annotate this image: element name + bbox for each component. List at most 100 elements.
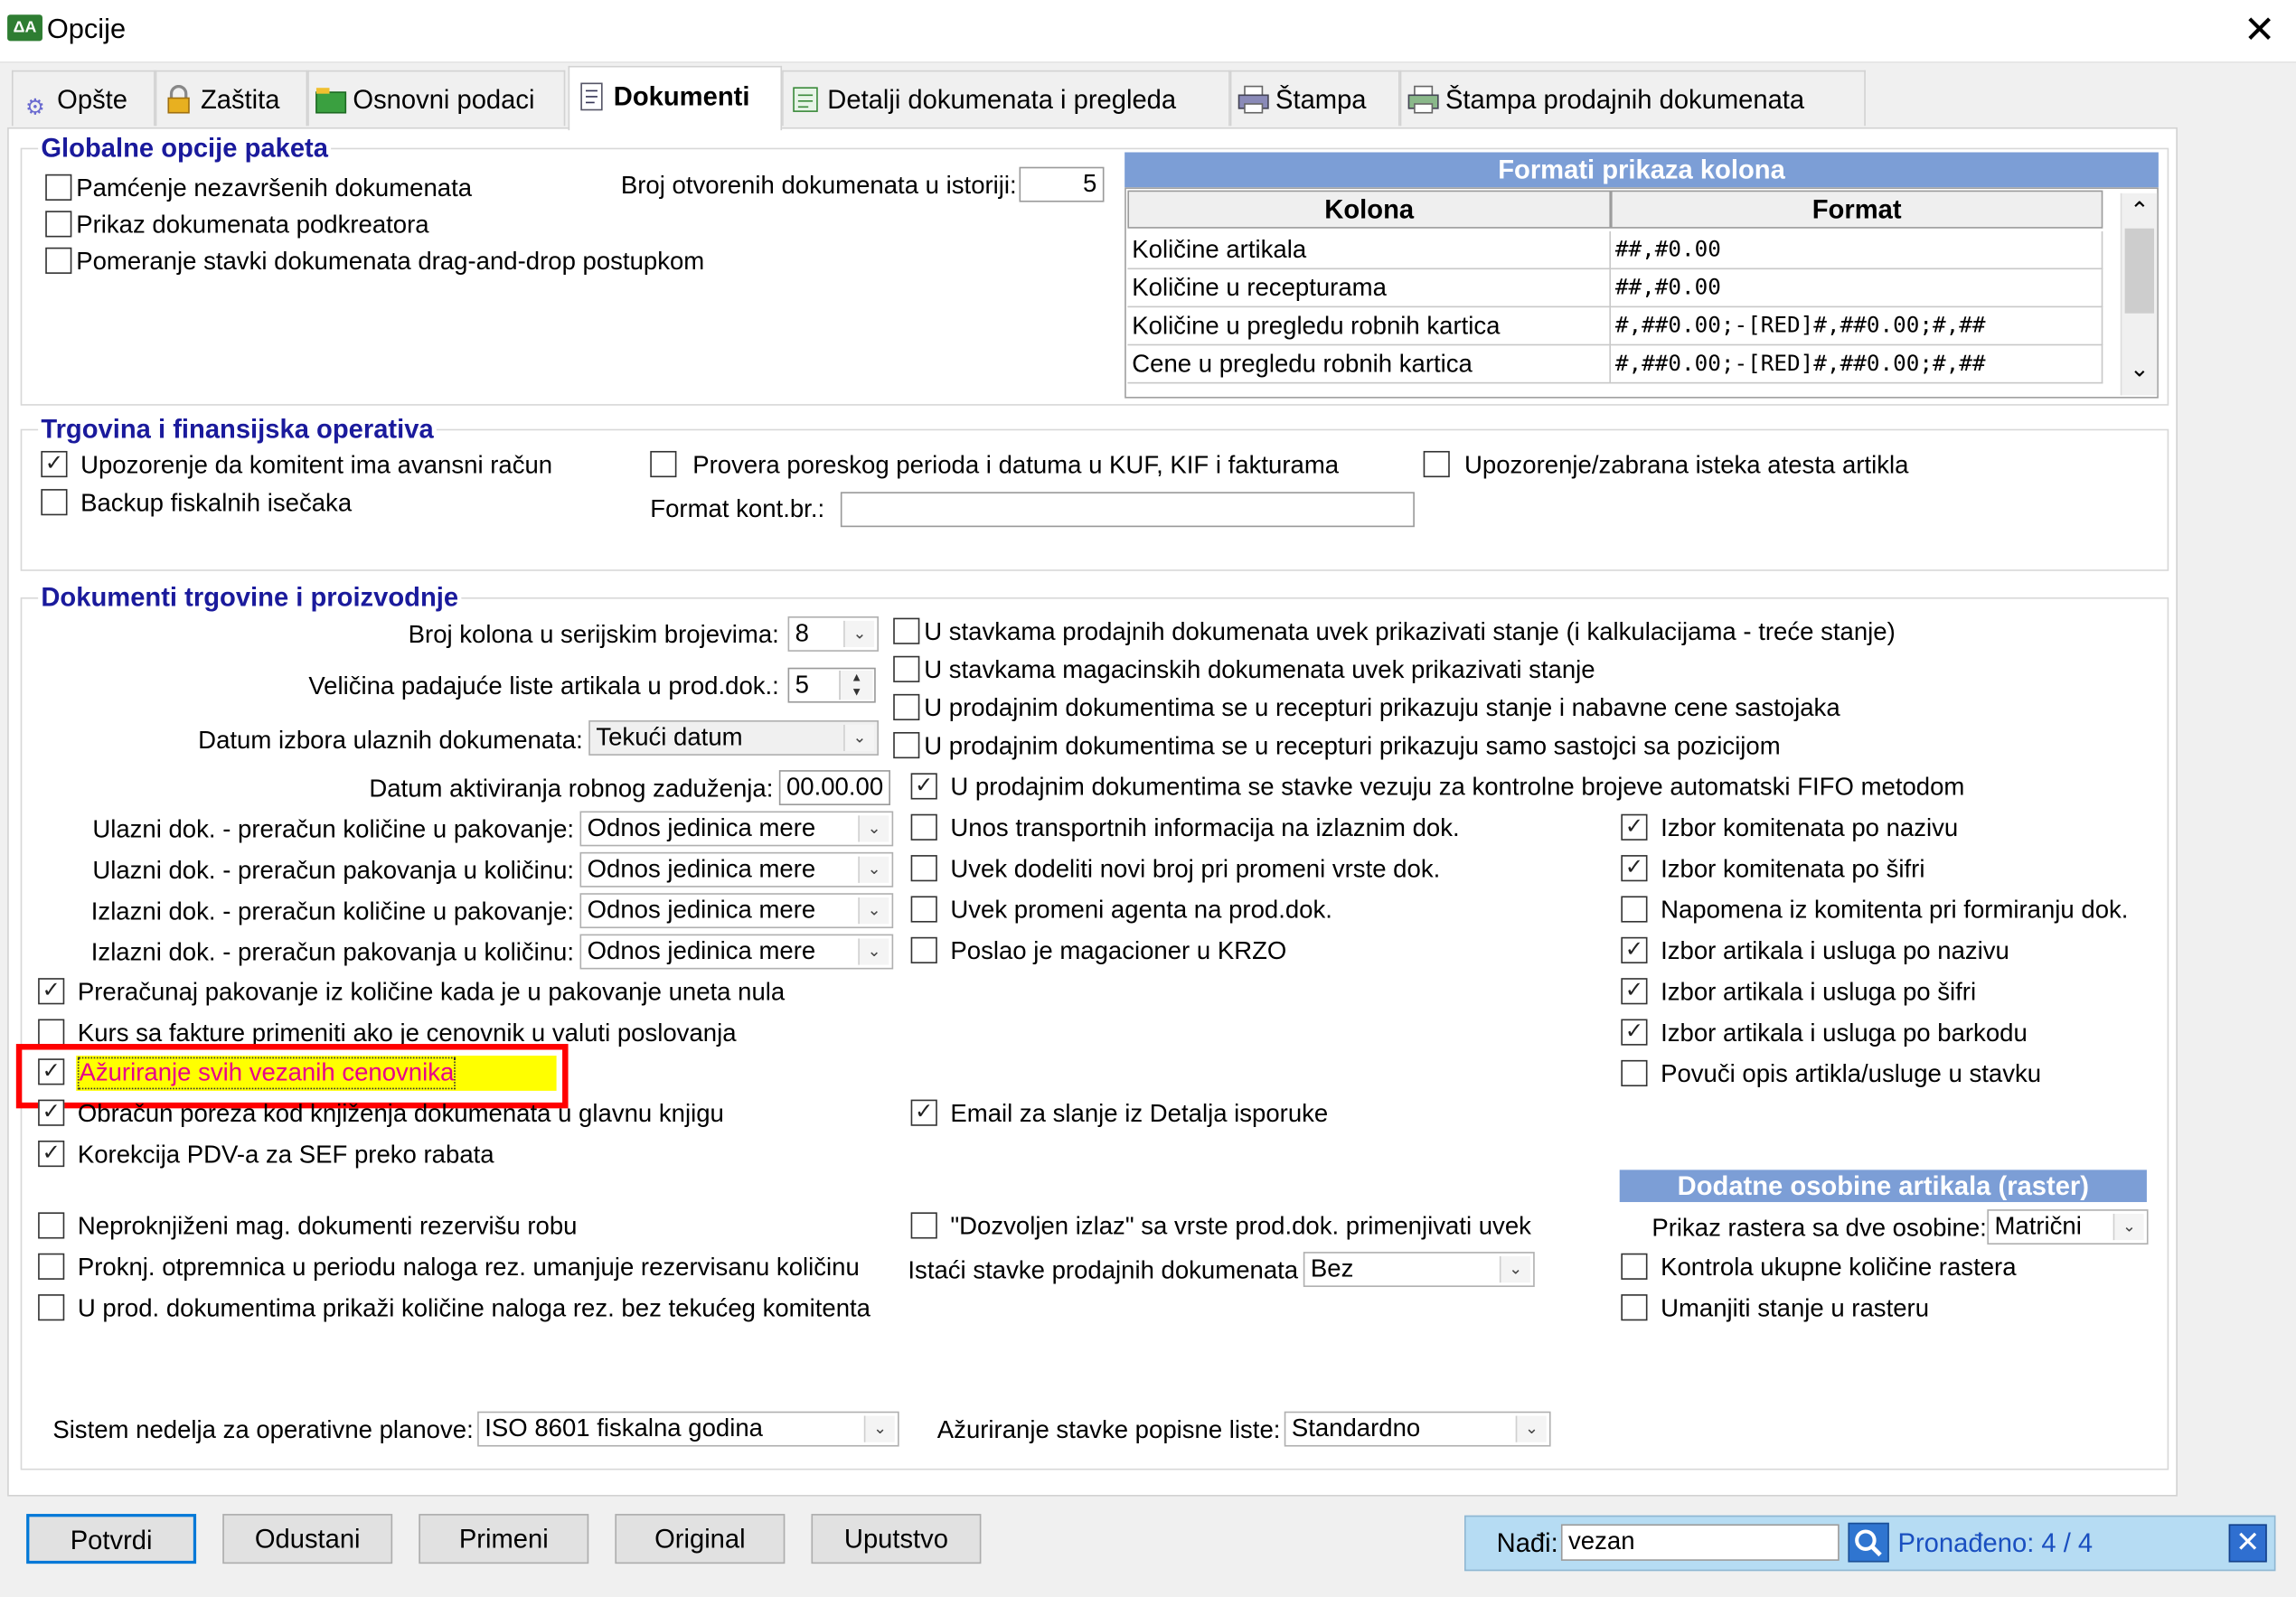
- original-button[interactable]: Original: [615, 1514, 786, 1564]
- checkbox-prikaz[interactable]: [45, 211, 72, 238]
- checkbox-receptura-pozicija[interactable]: [893, 732, 920, 759]
- checkbox-korekcija[interactable]: ✓: [38, 1140, 65, 1168]
- checkbox-dozvoljen-izlaz[interactable]: [910, 1212, 937, 1239]
- checkbox-art-naziv[interactable]: ✓: [1621, 936, 1648, 963]
- checkbox-provera[interactable]: [650, 450, 677, 478]
- checkbox-label: U stavkama prodajnih dokumenata uvek pri…: [924, 617, 1896, 646]
- checkbox-kom-sifra[interactable]: ✓: [1621, 855, 1648, 882]
- format-cell[interactable]: #,##0.00;-[RED]#,##0.00;#,##: [1611, 345, 2103, 384]
- chevron-down-icon[interactable]: ⌄: [1499, 1255, 1530, 1283]
- chevron-down-icon[interactable]: ⌄: [858, 815, 889, 842]
- confirm-button[interactable]: Potvrdi: [26, 1514, 197, 1564]
- chevron-down-icon[interactable]: ⌄: [2113, 1213, 2144, 1241]
- chevron-down-icon[interactable]: ⌄: [858, 897, 889, 925]
- chevron-down-icon[interactable]: ⌄: [843, 620, 875, 648]
- apply-button[interactable]: Primeni: [419, 1514, 589, 1564]
- formats-scrollbar[interactable]: ⌃ ⌄: [2120, 193, 2158, 396]
- checkbox-label: Poslao je magacioner u KRZO: [950, 936, 1287, 965]
- chevron-down-icon[interactable]: ⌄: [858, 856, 889, 883]
- checkbox-preracunaj[interactable]: ✓: [38, 978, 65, 1005]
- table-row[interactable]: Količine u pregledu robnih kartica: [1127, 307, 1611, 346]
- activation-date-input[interactable]: 00.00.00: [778, 770, 890, 805]
- stepper-arrows-icon[interactable]: ▲ ▼: [839, 670, 873, 700]
- chevron-down-icon[interactable]: ⌄: [858, 938, 889, 965]
- checkbox-proknj[interactable]: [38, 1253, 65, 1280]
- format-cell[interactable]: #,##0.00;-[RED]#,##0.00;#,##: [1611, 307, 2103, 346]
- checkbox-agent[interactable]: [910, 896, 937, 923]
- izlazni-kol-select[interactable]: Odnos jedinica mere ⌄: [579, 893, 894, 929]
- table-row[interactable]: Cene u pregledu robnih kartica: [1127, 345, 1611, 384]
- checkbox-kom-naziv[interactable]: ✓: [1621, 813, 1648, 841]
- history-count-input[interactable]: 5: [1019, 166, 1105, 202]
- checkbox-art-barkod[interactable]: ✓: [1621, 1019, 1648, 1046]
- checkbox-label: Upozorenje/zabrana isteka atesta artikla: [1464, 450, 1909, 479]
- table-row[interactable]: Količine artikala: [1127, 230, 1611, 270]
- column-header-kolona[interactable]: Kolona: [1127, 190, 1611, 229]
- tab-osnovni-podaci[interactable]: Osnovni podaci: [307, 70, 566, 127]
- checkbox-pamcenje[interactable]: [45, 174, 72, 201]
- chevron-down-icon[interactable]: ⌄: [843, 724, 875, 752]
- raster-select[interactable]: Matrični ⌄: [1987, 1209, 2149, 1245]
- checkbox-uprod[interactable]: [38, 1294, 65, 1321]
- inventory-update-select[interactable]: Standardno ⌄: [1284, 1411, 1551, 1447]
- title-bar: [0, 0, 2296, 63]
- format-cell[interactable]: ##,#0.00: [1611, 230, 2103, 270]
- cancel-button[interactable]: Odustani: [222, 1514, 393, 1564]
- scroll-thumb[interactable]: [2124, 228, 2155, 314]
- format-kont-label: Format kont.br.:: [650, 494, 825, 523]
- checkbox-neproknj[interactable]: [38, 1212, 65, 1239]
- checkbox-art-sifra[interactable]: ✓: [1621, 978, 1648, 1005]
- close-find-icon[interactable]: ✕: [2228, 1524, 2267, 1563]
- checkbox-label: Izbor artikala i usluga po barkodu: [1661, 1019, 2028, 1047]
- izlazni-pak-select[interactable]: Odnos jedinica mere ⌄: [579, 934, 894, 970]
- checkbox-krzo[interactable]: [910, 936, 937, 963]
- dropdown-size-label: Veličina padajuće liste artikala u prod.…: [308, 672, 779, 700]
- help-button[interactable]: Uputstvo: [811, 1514, 982, 1564]
- tab-zastita[interactable]: Zaštita: [155, 70, 308, 127]
- checkbox-novi-broj[interactable]: [910, 855, 937, 882]
- dropdown-size-stepper[interactable]: 5 ▲ ▼: [787, 667, 876, 703]
- checkbox-obracun[interactable]: ✓: [38, 1099, 65, 1126]
- checkbox-label: Izbor artikala i usluga po nazivu: [1661, 936, 2009, 965]
- checkbox-stavke-prodajnih[interactable]: [893, 617, 920, 644]
- find-input[interactable]: vezan: [1560, 1524, 1840, 1561]
- checkbox-kontrola-rastera[interactable]: [1621, 1253, 1648, 1280]
- checkbox-napomena[interactable]: [1621, 896, 1648, 923]
- chevron-down-icon[interactable]: ⌄: [1515, 1415, 1547, 1442]
- chevron-down-icon[interactable]: ⌄: [863, 1415, 895, 1442]
- tab-stampa[interactable]: Štampa: [1229, 70, 1400, 127]
- checkbox-avansni[interactable]: ✓: [41, 450, 68, 478]
- tab-dokumenti[interactable]: Dokumenti: [568, 65, 783, 131]
- checkbox-pomeranje[interactable]: [45, 247, 72, 274]
- search-icon[interactable]: [1848, 1522, 1889, 1563]
- checkbox-stavke-magacinskih[interactable]: [893, 655, 920, 682]
- column-header-format[interactable]: Format: [1611, 190, 2103, 229]
- checkbox-fifo[interactable]: ✓: [910, 773, 937, 800]
- format-kont-input[interactable]: [840, 492, 1415, 528]
- checkbox-label: Prikaz dokumenata podkreatora: [76, 211, 429, 240]
- checkbox-umanjiti[interactable]: [1621, 1294, 1648, 1321]
- checkbox-email[interactable]: ✓: [910, 1099, 937, 1126]
- checkbox-label: Provera poreskog perioda i datuma u KUF,…: [692, 450, 1340, 479]
- tab-detalji-dokumenata[interactable]: Detalji dokumenata i pregleda: [782, 70, 1230, 127]
- checkbox-povuci-opis[interactable]: [1621, 1059, 1648, 1087]
- checkbox-atest[interactable]: [1423, 450, 1450, 478]
- istaci-select[interactable]: Bez ⌄: [1303, 1252, 1535, 1287]
- scroll-down-icon[interactable]: ⌄: [2122, 358, 2157, 393]
- input-date-select[interactable]: Tekući datum ⌄: [588, 720, 879, 756]
- checkbox-receptura-stanje[interactable]: [893, 693, 920, 721]
- tab-stampa-prodajnih[interactable]: Štampa prodajnih dokumenata: [1399, 70, 1866, 127]
- table-row[interactable]: Količine u recepturama: [1127, 269, 1611, 308]
- printer-icon: [1237, 85, 1270, 114]
- checkbox-transport[interactable]: [910, 813, 937, 841]
- week-system-select[interactable]: ISO 8601 fiskalna godina ⌄: [477, 1411, 899, 1447]
- tab-opste[interactable]: ⚙ Opšte: [11, 70, 155, 127]
- ulazni-kol-select[interactable]: Odnos jedinica mere ⌄: [579, 811, 894, 847]
- format-cell[interactable]: ##,#0.00: [1611, 269, 2103, 308]
- checkbox-kurs[interactable]: [38, 1019, 65, 1046]
- checkbox-backup[interactable]: [41, 489, 68, 516]
- ulazni-pak-select[interactable]: Odnos jedinica mere ⌄: [579, 851, 894, 888]
- close-icon[interactable]: ✕: [2241, 9, 2279, 50]
- scroll-up-icon[interactable]: ⌃: [2122, 193, 2157, 226]
- serial-columns-select[interactable]: 8 ⌄: [787, 616, 879, 652]
